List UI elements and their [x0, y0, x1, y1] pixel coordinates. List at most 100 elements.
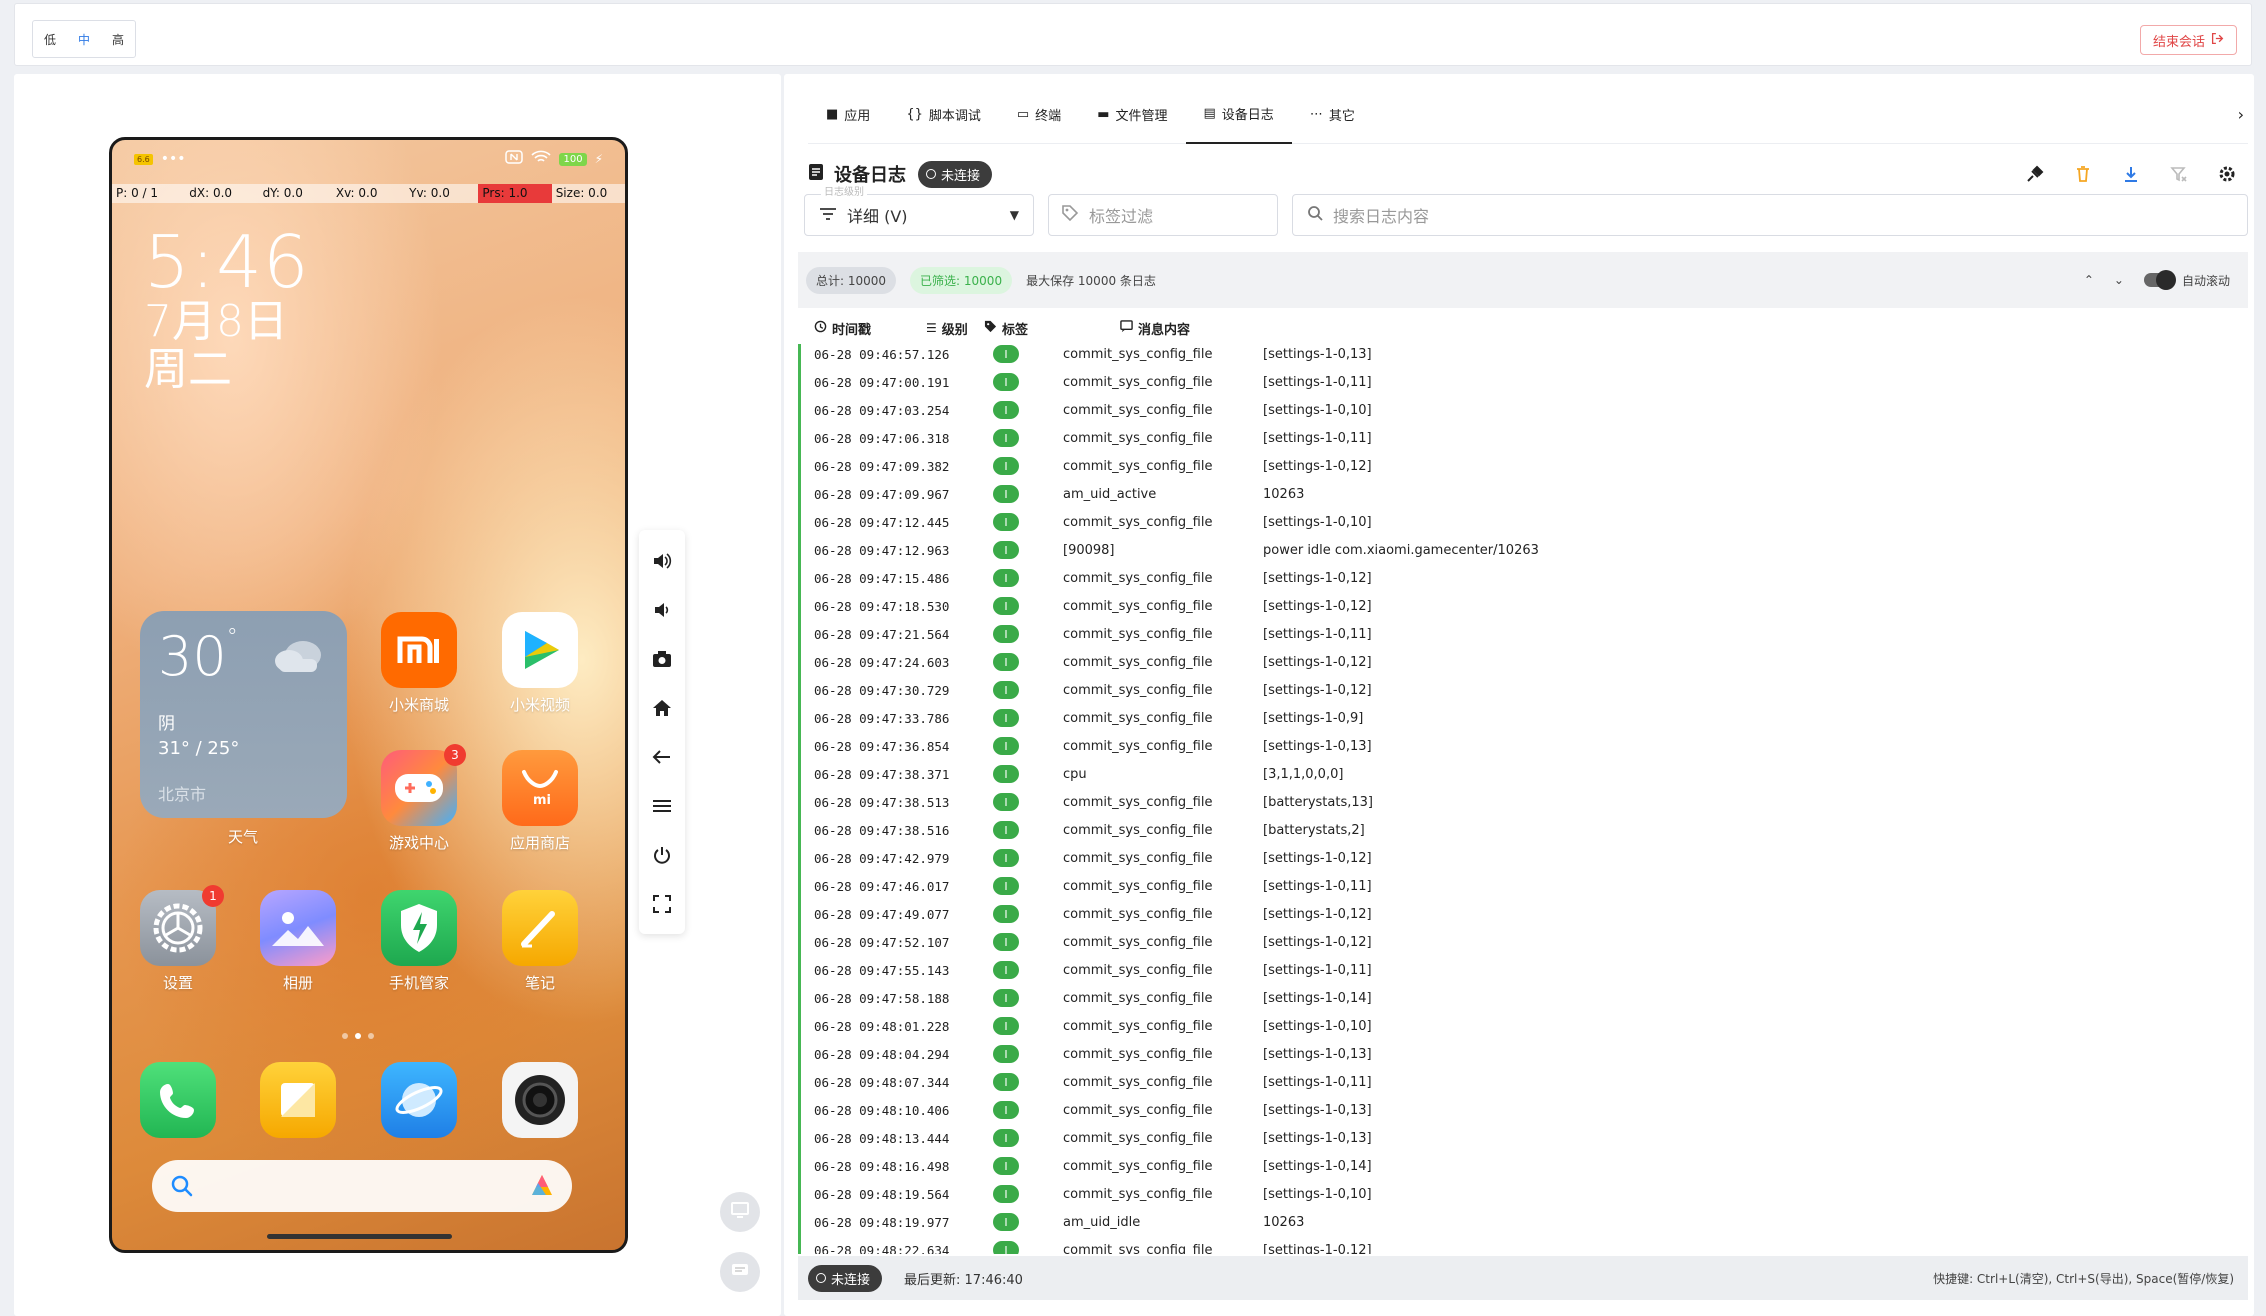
app-store-icon[interactable]: mi [502, 750, 578, 826]
log-row[interactable]: 06-28 09:48:16.498 Icommit_sys_config_fil… [801, 1152, 2248, 1180]
log-row[interactable]: 06-28 09:47:03.254 Icommit_sys_config_fil… [801, 396, 2248, 424]
log-row[interactable]: 06-28 09:47:38.516 Icommit_sys_config_fil… [801, 816, 2248, 844]
log-row[interactable]: 06-28 09:47:09.967 Iam_uid_active 10263 [801, 480, 2248, 508]
log-row[interactable]: 06-28 09:47:06.318 Icommit_sys_config_fil… [801, 424, 2248, 452]
log-row[interactable]: 06-28 09:47:49.077 Icommit_sys_config_fil… [801, 900, 2248, 928]
quality-medium-button[interactable]: 中 [78, 31, 90, 48]
mi-store-icon[interactable] [381, 612, 457, 688]
clear-trash-icon[interactable] [2072, 163, 2094, 185]
log-row[interactable]: 06-28 09:47:21.564 Icommit_sys_config_fil… [801, 620, 2248, 648]
log-message: [settings-1-0,10] [1263, 514, 1372, 530]
mi-video-icon[interactable] [502, 612, 578, 688]
log-message: [settings-1-0,10] [1263, 402, 1372, 418]
log-row[interactable]: 06-28 09:48:22.634 Icommit_sys_config_fil… [801, 1236, 2248, 1254]
log-row[interactable]: 06-28 09:47:36.854 Icommit_sys_config_fil… [801, 732, 2248, 760]
weather-widget[interactable]: 30° 阴 31° / 25° 北京市 [140, 611, 347, 818]
log-row[interactable]: 06-28 09:47:30.729 Icommit_sys_config_fil… [801, 676, 2248, 704]
log-row[interactable]: 06-28 09:48:07.344 Icommit_sys_config_fil… [801, 1068, 2248, 1096]
tag-filter-input[interactable]: 标签过滤 [1048, 194, 1278, 236]
filter-clear-icon[interactable] [2168, 163, 2190, 185]
plug-connect-icon[interactable] [2024, 163, 2046, 185]
log-row[interactable]: 06-28 09:48:13.444 Icommit_sys_config_fil… [801, 1124, 2248, 1152]
log-row[interactable]: 06-28 09:47:42.979 Icommit_sys_config_fil… [801, 844, 2248, 872]
menu-icon[interactable] [650, 794, 674, 818]
log-row[interactable]: 06-28 09:47:15.486 Icommit_sys_config_fil… [801, 564, 2248, 592]
end-session-button[interactable]: 结束会话 [2139, 25, 2237, 55]
screenshot-icon[interactable] [650, 647, 674, 671]
chat-float-button[interactable] [720, 1252, 760, 1292]
col-time[interactable]: 时间戳 [814, 319, 871, 338]
app-label-game-center: 游戏中心 [388, 834, 449, 852]
settings-gear-icon[interactable] [2216, 163, 2238, 185]
log-row[interactable]: 06-28 09:48:10.406 Icommit_sys_config_fil… [801, 1096, 2248, 1124]
back-arrow-icon[interactable] [650, 745, 674, 769]
search-icon [170, 1174, 194, 1202]
log-row[interactable]: 06-28 09:47:55.143 Icommit_sys_config_fil… [801, 956, 2248, 984]
tab-apps[interactable]: ■ 应用 [808, 86, 888, 144]
tab-device-log[interactable]: ▤ 设备日志 [1185, 86, 1292, 144]
power-icon[interactable] [650, 843, 674, 867]
tab-other[interactable]: ⋯ 其它 [1292, 86, 1373, 144]
monitor-float-button[interactable] [720, 1192, 760, 1232]
log-row[interactable]: 06-28 09:48:19.977 Iam_uid_idle 10263 [801, 1208, 2248, 1236]
log-row[interactable]: 06-28 09:48:19.564 Icommit_sys_config_fil… [801, 1180, 2248, 1208]
log-row[interactable]: 06-28 09:47:38.513 Icommit_sys_config_fil… [801, 788, 2248, 816]
log-level-badge: I [993, 1017, 1019, 1035]
log-document-icon [808, 163, 824, 185]
home-gesture-bar[interactable] [267, 1234, 452, 1239]
home-search-bar[interactable] [152, 1160, 572, 1212]
memo-dock-icon[interactable] [260, 1062, 336, 1138]
quality-high-button[interactable]: 高 [112, 31, 124, 48]
log-search-input[interactable]: 搜索日志内容 [1292, 194, 2248, 236]
home-icon[interactable] [650, 696, 674, 720]
log-row[interactable]: 06-28 09:46:57.126 Icommit_sys_config_fil… [801, 344, 2248, 368]
fullscreen-icon[interactable] [650, 892, 674, 916]
log-tag: am_uid_active [1063, 486, 1157, 502]
phone-dock-icon[interactable] [140, 1062, 216, 1138]
col-level[interactable]: ☰ 级别 [926, 319, 968, 338]
log-list[interactable]: 06-28 09:46:57.126 Icommit_sys_config_fil… [798, 344, 2248, 1254]
log-row[interactable]: 06-28 09:47:12.963 I [90098] power idle com… [801, 536, 2248, 564]
log-message: [settings-1-0,13] [1263, 346, 1372, 362]
camera-dock-icon[interactable] [502, 1062, 578, 1138]
autoscroll-toggle[interactable] [2143, 270, 2176, 290]
log-row[interactable]: 06-28 09:47:00.191 Icommit_sys_config_fil… [801, 368, 2248, 396]
log-level-badge: I [993, 933, 1019, 951]
log-tag: commit_sys_config_file [1063, 962, 1213, 978]
tab-script-debug[interactable]: {} 脚本调试 [888, 86, 999, 144]
volume-up-icon[interactable] [650, 549, 674, 573]
log-row[interactable]: 06-28 09:47:58.188 Icommit_sys_config_fil… [801, 984, 2248, 1012]
col-tag[interactable]: 标签 [984, 319, 1028, 338]
app-label-security: 手机管家 [388, 974, 449, 992]
log-row[interactable]: 06-28 09:47:12.445 Icommit_sys_config_fil… [801, 508, 2248, 536]
log-row[interactable]: 06-28 09:47:24.603 Icommit_sys_config_fil… [801, 648, 2248, 676]
log-tag: commit_sys_config_file [1063, 1242, 1213, 1255]
log-row[interactable]: 06-28 09:48:01.228 Icommit_sys_config_fil… [801, 1012, 2248, 1040]
log-message: [settings-1-0,10] [1263, 1018, 1372, 1034]
log-row[interactable]: 06-28 09:47:46.017 Icommit_sys_config_fil… [801, 872, 2248, 900]
log-row[interactable]: 06-28 09:47:18.530 Icommit_sys_config_fil… [801, 592, 2248, 620]
tab-terminal[interactable]: ▭ 终端 [999, 86, 1079, 144]
quality-low-button[interactable]: 低 [44, 31, 56, 48]
device-screen[interactable]: 6.6 ••• 100 ⚡ P: 0 / 1 dX: 0.0 dY: 0.0 X… [109, 137, 628, 1253]
tab-file-manager[interactable]: ▬ 文件管理 [1079, 86, 1185, 144]
log-level-select[interactable]: 日志级别 详细 (V) ▼ [804, 183, 1034, 236]
volume-down-icon[interactable] [650, 598, 674, 622]
log-row[interactable]: 06-28 09:47:52.107 Icommit_sys_config_fil… [801, 928, 2248, 956]
download-icon[interactable] [2120, 163, 2142, 185]
notes-icon[interactable] [502, 890, 578, 966]
log-level-badge: I [993, 821, 1019, 839]
scroll-bottom-icon[interactable]: ⌄ [2114, 273, 2124, 287]
log-row[interactable]: 06-28 09:47:38.371 Icpu [3,1,1,0,0,0] [801, 760, 2248, 788]
scroll-top-icon[interactable]: ⌃ [2084, 273, 2094, 287]
log-row[interactable]: 06-28 09:47:09.382 Icommit_sys_config_fil… [801, 452, 2248, 480]
gallery-icon[interactable] [260, 890, 336, 966]
tab-label: 脚本调试 [928, 109, 981, 124]
browser-dock-icon[interactable] [381, 1062, 457, 1138]
col-message[interactable]: 消息内容 [1120, 319, 1190, 338]
security-icon[interactable] [381, 890, 457, 966]
tabs-scroll-right-icon[interactable]: › [2238, 105, 2244, 124]
log-row[interactable]: 06-28 09:47:33.786 Icommit_sys_config_fil… [801, 704, 2248, 732]
log-row[interactable]: 06-28 09:48:04.294 Icommit_sys_config_fil… [801, 1040, 2248, 1068]
message-icon [1120, 319, 1133, 337]
